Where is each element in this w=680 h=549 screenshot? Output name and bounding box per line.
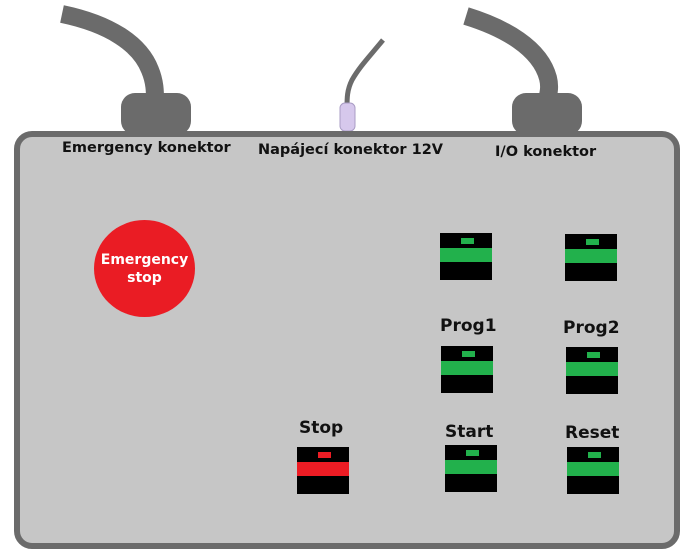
start-button[interactable]: [445, 445, 497, 492]
stop-button-bar: [297, 462, 349, 476]
prog2-button[interactable]: [566, 347, 618, 394]
io-cable: [463, 7, 559, 103]
emergency-stop-button[interactable]: Emergency stop: [94, 220, 195, 317]
prog1-label: Prog1: [440, 316, 497, 336]
start-button-indicator: [466, 450, 479, 456]
top-left-button-bar: [440, 248, 492, 262]
prog1-button-bar: [441, 361, 493, 375]
prog2-button-bar: [566, 362, 618, 376]
power-cable: [344, 38, 385, 109]
prog2-label: Prog2: [563, 318, 620, 338]
reset-button[interactable]: [567, 447, 619, 494]
io-connector-plug: [512, 93, 582, 135]
control-panel-diagram: Emergency konektor Napájecí konektor 12V…: [0, 0, 680, 549]
emergency-cable: [60, 5, 164, 101]
start-button-bar: [445, 460, 497, 474]
emergency-connector-label: Emergency konektor: [62, 140, 231, 156]
stop-button-indicator: [318, 452, 331, 458]
top-right-button[interactable]: [565, 234, 617, 281]
reset-label: Reset: [565, 423, 620, 443]
stop-button[interactable]: [297, 447, 349, 494]
stop-label: Stop: [299, 418, 344, 438]
top-right-button-bar: [565, 249, 617, 263]
top-left-button[interactable]: [440, 233, 492, 280]
prog1-button-indicator: [462, 351, 475, 357]
top-left-button-indicator: [461, 238, 474, 244]
power-connector-plug: [339, 102, 356, 132]
io-connector-label: I/O konektor: [495, 144, 597, 160]
emergency-stop-label: Emergency stop: [100, 251, 189, 286]
prog1-button[interactable]: [441, 346, 493, 393]
emergency-connector-plug: [121, 93, 191, 135]
start-label: Start: [445, 422, 494, 442]
prog2-button-indicator: [587, 352, 600, 358]
top-right-button-indicator: [586, 239, 599, 245]
power-connector-label: Napájecí konektor 12V: [258, 142, 444, 158]
reset-button-bar: [567, 462, 619, 476]
reset-button-indicator: [588, 452, 601, 458]
